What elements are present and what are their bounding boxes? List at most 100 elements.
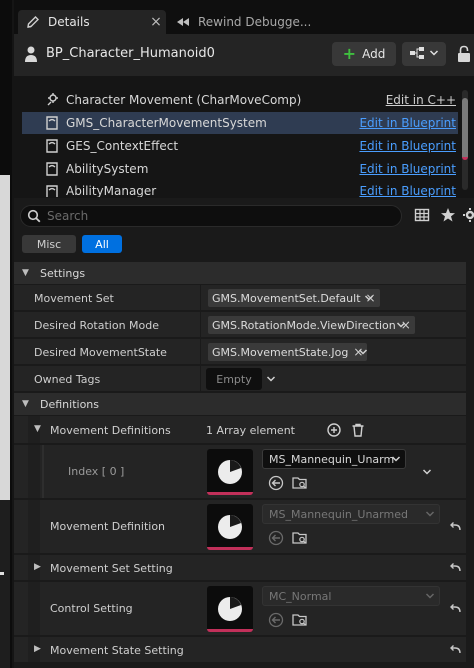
component-row-ability-system[interactable]: AbilitySystem Edit in Blueprint [22, 158, 458, 180]
actor-icon [22, 45, 40, 63]
property-movement-set: Movement Set GMS.MovementSet.Default × [14, 285, 466, 311]
column-splitter[interactable] [200, 339, 201, 364]
use-selected-asset-icon [268, 530, 284, 546]
gameplay-tag-chip[interactable]: GMS.RotationMode.ViewDirection × [208, 316, 415, 334]
chevron-down-icon[interactable] [364, 293, 374, 303]
close-tab-icon[interactable]: × [148, 14, 164, 30]
use-selected-asset-icon[interactable] [268, 475, 284, 491]
property-movement-definition: Movement Definition MS_Mannequin_Unarmed [14, 500, 466, 554]
property-name: Movement Definitions [50, 424, 171, 437]
collapse-arrow-icon[interactable]: ▼ [34, 424, 41, 434]
category-label: Settings [40, 266, 86, 280]
property-name: Desired Rotation Mode [34, 319, 160, 332]
browse-asset-icon[interactable] [292, 530, 308, 546]
component-row-character-movement[interactable]: Character Movement (CharMoveComp) Edit i… [22, 89, 458, 111]
gameplay-tag-chip[interactable]: GMS.MovementSet.Default × [208, 289, 380, 307]
chevron-down-icon[interactable] [358, 347, 368, 357]
settings-gear-icon[interactable] [462, 207, 474, 223]
property-name: Desired MovementState [34, 346, 167, 359]
asset-name: MC_Normal [269, 589, 332, 603]
property-name: Movement State Setting [50, 644, 184, 657]
edit-in-blueprint-link[interactable]: Edit in Blueprint [359, 116, 458, 130]
property-name: Movement Definition [50, 520, 166, 533]
property-desired-rotation-mode: Desired Rotation Mode GMS.RotationMode.V… [14, 312, 466, 338]
table-view-icon[interactable] [414, 207, 430, 223]
chevron-down-icon[interactable] [266, 374, 276, 384]
lock-icon[interactable] [454, 44, 474, 64]
array-index-label: Index [ 0 ] [68, 465, 125, 478]
category-settings[interactable]: ▼ Settings [14, 262, 466, 284]
column-splitter[interactable] [200, 285, 201, 310]
asset-thumbnail[interactable] [207, 449, 253, 495]
expand-arrow-icon[interactable]: ▶ [34, 562, 41, 572]
edit-in-blueprint-link[interactable]: Edit in Blueprint [359, 139, 458, 153]
owned-tags-value[interactable]: Empty [206, 368, 262, 390]
tab-rewind-debugger[interactable]: Rewind Debugge... [170, 10, 350, 34]
details-header: BP_Character_Humanoid0 + Add [14, 34, 474, 76]
gameplay-tag-chip[interactable]: GMS.MovementState.Jog × [208, 343, 368, 361]
indent-guide [28, 582, 40, 635]
gear-icon [44, 92, 60, 108]
component-label: AbilityManager [66, 184, 157, 197]
reset-to-default-icon[interactable] [448, 643, 462, 657]
component-row-gms-character-movement-system[interactable]: GMS_CharacterMovementSystem Edit in Blue… [22, 112, 458, 134]
edit-in-blueprint-link[interactable]: Edit in Blueprint [359, 162, 458, 176]
column-splitter[interactable] [200, 366, 201, 391]
trash-icon[interactable] [350, 422, 366, 438]
component-row-ges-context-effect[interactable]: GES_ContextEffect Edit in Blueprint [22, 135, 458, 157]
chevron-down-icon[interactable] [396, 320, 406, 330]
property-tree: ▼ Settings Movement Set GMS.MovementSet.… [14, 262, 474, 668]
search-input[interactable]: Search [20, 205, 402, 227]
add-element-icon[interactable] [326, 422, 342, 438]
scrollbar-thumb[interactable] [462, 98, 468, 160]
adjacent-panel-content-lower [0, 500, 10, 668]
edit-in-cpp-link[interactable]: Edit in C++ [386, 93, 458, 107]
use-selected-asset-icon [268, 612, 284, 628]
component-list-scrollbar[interactable] [462, 90, 468, 190]
asset-name: MS_Mannequin_Unarm [269, 452, 395, 466]
asset-picker-combo: MC_Normal [262, 586, 440, 606]
category-definitions[interactable]: ▼ Definitions [14, 393, 466, 415]
component-label: Character Movement (CharMoveComp) [66, 93, 302, 107]
edit-in-blueprint-link[interactable]: Edit in Blueprint [359, 184, 458, 197]
reset-to-default-icon[interactable] [448, 520, 462, 534]
column-splitter[interactable] [200, 312, 201, 337]
component-icon [44, 115, 60, 131]
reset-to-default-icon[interactable] [448, 602, 462, 616]
expand-arrow-icon[interactable]: ▶ [34, 644, 41, 654]
collapse-arrow-icon[interactable]: ▼ [22, 399, 32, 409]
component-label: AbilitySystem [66, 162, 149, 176]
indent-guide [28, 500, 40, 553]
blueprint-options-button[interactable] [402, 42, 446, 66]
asset-thumbnail[interactable] [207, 504, 253, 550]
tag-value: GMS.RotationMode.ViewDirection [212, 318, 396, 332]
property-movement-set-setting: ▶ Movement Set Setting [14, 555, 466, 581]
browse-asset-icon[interactable] [292, 612, 308, 628]
rewind-icon [176, 15, 190, 29]
chevron-down-icon[interactable] [422, 467, 432, 477]
tab-details[interactable]: Details × [18, 10, 166, 34]
adjacent-panel-edge [0, 0, 12, 668]
filter-all-button[interactable]: All [82, 235, 122, 253]
filter-misc-button[interactable]: Misc [22, 235, 76, 253]
property-desired-movement-state: Desired MovementState GMS.MovementState.… [14, 339, 466, 365]
favorite-star-icon[interactable] [440, 207, 456, 223]
component-icon [44, 138, 60, 154]
pencil-icon [26, 15, 40, 29]
asset-picker-combo[interactable]: MS_Mannequin_Unarm [262, 449, 406, 469]
chevron-down-icon [425, 591, 435, 604]
chevron-down-icon [391, 454, 401, 467]
add-component-button[interactable]: + Add [332, 42, 396, 66]
collapse-arrow-icon[interactable]: ▼ [22, 268, 32, 278]
reset-to-default-icon[interactable] [448, 561, 462, 575]
property-owned-tags: Owned Tags Empty [14, 366, 466, 392]
chevron-down-icon [429, 48, 439, 61]
asset-thumbnail[interactable] [207, 586, 253, 632]
details-search-area: Search Misc All [14, 198, 474, 260]
component-row-ability-manager[interactable]: AbilityManager Edit in Blueprint [22, 181, 458, 197]
browse-asset-icon[interactable] [292, 475, 308, 491]
component-icon [44, 161, 60, 177]
indent-guide [42, 445, 44, 498]
property-movement-state-setting: ▶ Movement State Setting [14, 637, 466, 663]
category-label: Definitions [40, 397, 99, 411]
